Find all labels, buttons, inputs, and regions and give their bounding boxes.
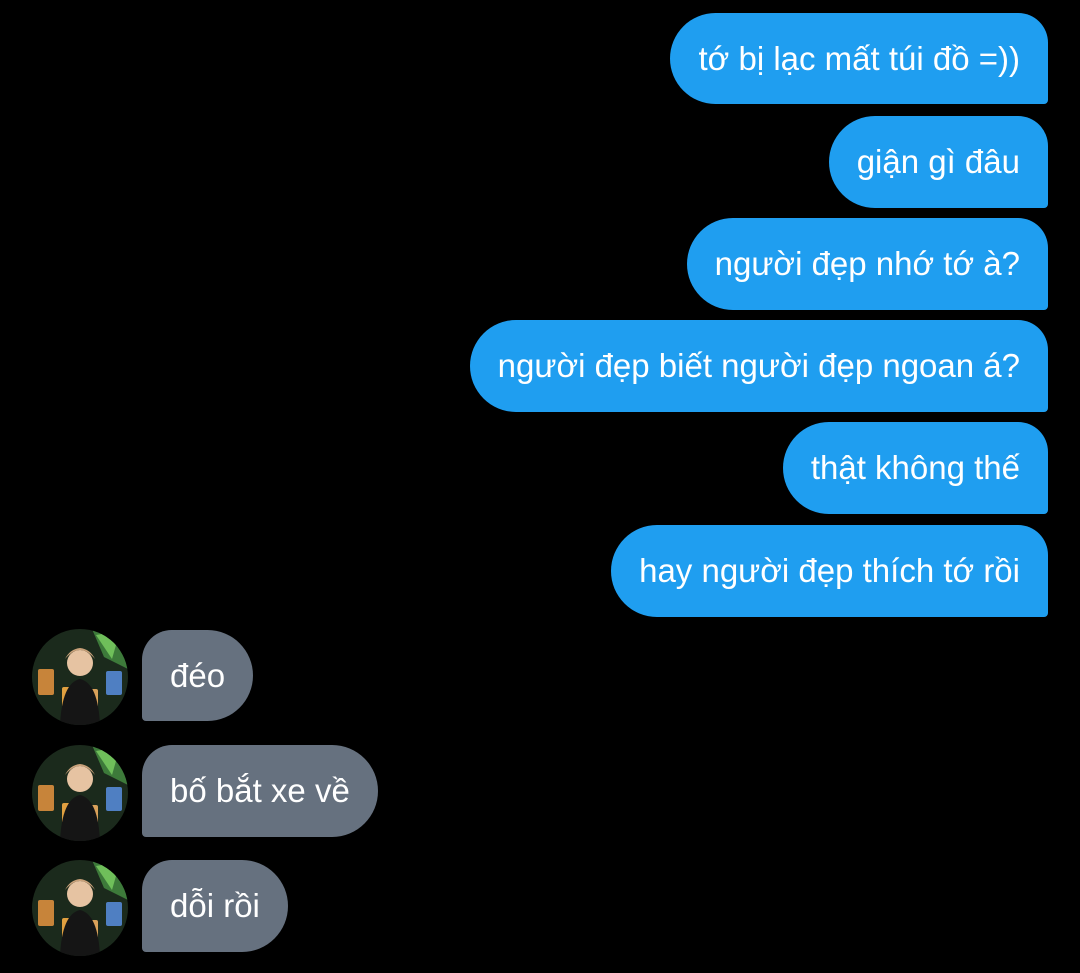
message-text: dỗi rồi [170, 887, 260, 924]
outgoing-message-bubble[interactable]: người đẹp nhớ tớ à? [686, 218, 1048, 310]
chat-thread: tớ bị lạc mất túi đồ =)) giận gì đâu ngư… [0, 0, 1080, 973]
outgoing-message-bubble[interactable]: giận gì đâu [828, 116, 1048, 208]
outgoing-message-bubble[interactable]: hay người đẹp thích tớ rồi [611, 525, 1048, 617]
avatar-photo-icon [32, 860, 128, 956]
message-text: thật không thế [810, 449, 1020, 486]
avatar-photo-icon [32, 745, 128, 841]
message-text: bố bắt xe về [170, 772, 350, 809]
incoming-message-bubble[interactable]: dỗi rồi [142, 860, 288, 952]
message-text: người đẹp nhớ tớ à? [714, 245, 1020, 282]
message-text: người đẹp biết người đẹp ngoan á? [497, 347, 1020, 384]
message-text: giận gì đâu [856, 143, 1020, 180]
contact-avatar[interactable] [32, 860, 128, 956]
outgoing-message-bubble[interactable]: thật không thế [782, 422, 1048, 514]
outgoing-message-bubble[interactable]: người đẹp biết người đẹp ngoan á? [469, 320, 1048, 412]
avatar-photo-icon [32, 629, 128, 725]
contact-avatar[interactable] [32, 745, 128, 841]
incoming-message-bubble[interactable]: bố bắt xe về [142, 745, 378, 837]
message-text: tớ bị lạc mất túi đồ =)) [698, 39, 1020, 77]
incoming-message-bubble[interactable]: đéo [142, 630, 254, 721]
contact-avatar[interactable] [32, 629, 128, 725]
message-text: hay người đẹp thích tớ rồi [639, 552, 1020, 589]
outgoing-message-bubble[interactable]: tớ bị lạc mất túi đồ =)) [670, 13, 1048, 104]
message-text: đéo [170, 656, 226, 694]
